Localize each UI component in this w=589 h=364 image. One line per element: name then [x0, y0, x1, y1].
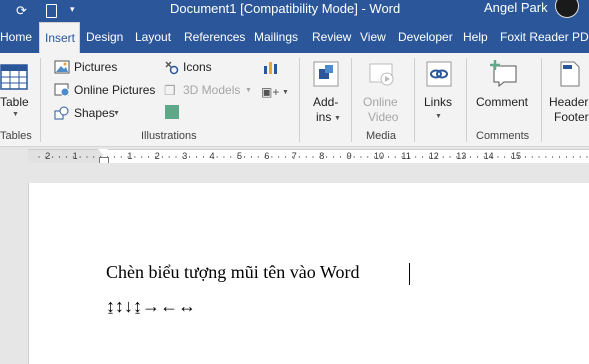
ruler-label: 2 — [45, 151, 51, 161]
online-video-button[interactable]: Online Video — [358, 57, 408, 129]
tables-group-label: Tables — [0, 130, 32, 142]
chevron-down-icon: ▼ — [113, 110, 120, 117]
screenshot-button[interactable]: ▣+ ▼ — [261, 85, 289, 101]
links-button[interactable]: Links ▼ — [420, 57, 460, 129]
shapes-label: Shapes — [74, 106, 115, 120]
ruler-label: 3 — [182, 151, 188, 161]
customize-qat-icon[interactable]: ▾ — [70, 4, 75, 15]
chevron-down-icon: ▼ — [334, 115, 341, 122]
touch-mode-icon[interactable] — [46, 4, 57, 18]
add-ins-label-line1: Add- — [313, 95, 339, 109]
ruler-label: 15 — [511, 151, 522, 161]
avatar[interactable] — [555, 0, 579, 18]
ruler-label: 8 — [319, 151, 325, 161]
ruler-label: 13 — [456, 151, 467, 161]
cube-icon: ❒ — [164, 83, 176, 98]
online-pictures-button[interactable]: Online Pictures — [54, 82, 158, 100]
ruler-label: 2 — [154, 151, 160, 161]
chevron-down-icon: ▼ — [282, 89, 289, 96]
add-ins-button[interactable]: Add- ins ▼ — [308, 57, 346, 129]
3d-models-button[interactable]: ❒ 3D Models ▼ — [163, 82, 253, 100]
media-group-label: Media — [366, 130, 396, 142]
online-pictures-icon — [54, 83, 70, 97]
tab-review[interactable]: Review — [312, 22, 351, 53]
ruler-label: 7 — [291, 151, 297, 161]
ruler-label: 11 — [401, 151, 411, 161]
links-label: Links — [424, 95, 453, 109]
ruler-label: 1 — [127, 151, 133, 161]
table-button[interactable]: Table ▼ — [0, 57, 36, 118]
ribbon-tabs: Home Insert Design Layout References Mai… — [0, 22, 589, 53]
pictures-button[interactable]: Pictures — [54, 59, 154, 77]
smartart-icon[interactable] — [165, 105, 179, 119]
screenshot-icon: ▣+ — [261, 85, 280, 99]
ruler-label: 5 — [237, 151, 243, 161]
table-icon — [0, 64, 28, 90]
table-label: Table — [0, 95, 29, 109]
pictures-label: Pictures — [74, 60, 118, 74]
window-title: Document1 [Compatibility Mode] - Word — [170, 1, 401, 16]
comments-group-label: Comments — [476, 130, 530, 142]
header-icon — [560, 61, 580, 87]
first-line-indent-marker[interactable] — [98, 149, 108, 155]
ruler-label: 4 — [209, 151, 215, 161]
ruler-label: 14 — [483, 151, 494, 161]
tab-layout[interactable]: Layout — [135, 22, 171, 53]
online-pictures-label: Online Pictures — [74, 83, 156, 97]
pictures-icon — [54, 60, 70, 74]
online-video-icon — [369, 63, 394, 86]
document-page[interactable]: Chèn biểu tượng mũi tên vào Word ↨↕↓↨→←↔ — [28, 183, 589, 364]
ruler-label: 9 — [346, 151, 352, 161]
comment-label: Comment — [476, 95, 529, 109]
tab-foxit-reader-pdf[interactable]: Foxit Reader PDF — [500, 22, 589, 53]
online-video-label-line2: Video — [368, 110, 399, 124]
group-divider — [541, 58, 542, 142]
tab-references[interactable]: References — [184, 22, 245, 53]
ruler-label: 6 — [264, 151, 270, 161]
ruler-scale — [28, 150, 588, 164]
ribbon: Table ▼ Tables Pictures Online Pictures … — [0, 53, 589, 147]
header-button[interactable]: Header Footer — [547, 57, 589, 129]
add-ins-label-line2: ins — [316, 110, 332, 124]
shapes-button[interactable]: Shapes ▼ — [54, 105, 124, 123]
document-line-1: Chèn biểu tượng mũi tên vào Word — [106, 262, 360, 282]
illustrations-group-label: Illustrations — [141, 130, 197, 142]
tab-help[interactable]: Help — [463, 22, 488, 53]
comment-icon — [490, 60, 517, 87]
icons-label: Icons — [183, 60, 212, 74]
group-divider — [299, 58, 300, 142]
online-video-label-line1: Online — [363, 95, 398, 109]
icons-icon — [165, 61, 179, 75]
footer-label: Footer — [554, 110, 589, 124]
tab-insert[interactable]: Insert — [39, 22, 80, 53]
link-icon — [426, 61, 452, 87]
chart-icon[interactable] — [262, 60, 278, 74]
group-divider — [466, 58, 467, 142]
shapes-icon — [54, 106, 69, 120]
title-bar: ⟳ ▾ Document1 [Compatibility Mode] - Wor… — [0, 0, 589, 22]
document-line-2: ↨↕↓↨→←↔ — [106, 296, 196, 316]
ruler-label: 10 — [374, 151, 385, 161]
chevron-down-icon: ▼ — [435, 113, 442, 120]
ruler-label: 1 — [72, 151, 78, 161]
ruler-label: 12 — [428, 151, 439, 161]
group-divider — [40, 58, 41, 142]
tab-developer[interactable]: Developer — [398, 22, 453, 53]
tab-home[interactable]: Home — [0, 22, 32, 53]
group-divider — [351, 58, 352, 142]
header-label: Header — [549, 95, 589, 109]
tab-design[interactable]: Design — [86, 22, 123, 53]
add-ins-icon — [313, 61, 339, 87]
tab-view[interactable]: View — [360, 22, 386, 53]
user-name[interactable]: Angel Park — [484, 0, 548, 15]
tab-mailings[interactable]: Mailings — [254, 22, 298, 53]
text-cursor — [409, 263, 410, 285]
chevron-down-icon: ▼ — [245, 87, 252, 94]
group-divider — [414, 58, 415, 142]
new-comment-button[interactable]: Comment — [472, 57, 538, 115]
sync-icon[interactable]: ⟳ — [16, 3, 27, 19]
icons-button[interactable]: Icons — [163, 59, 219, 77]
3d-models-label: 3D Models — [183, 83, 241, 97]
chevron-down-icon: ▼ — [12, 111, 19, 118]
